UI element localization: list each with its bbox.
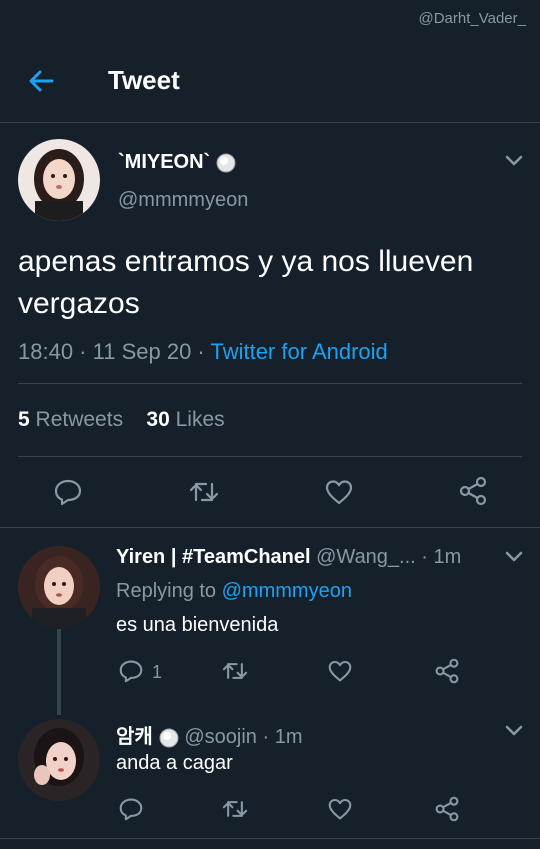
avatar[interactable] (18, 546, 100, 628)
reply-time: 1m (274, 726, 303, 748)
chevron-down-icon[interactable] (503, 723, 525, 739)
likes-count[interactable]: 30 (146, 408, 169, 431)
tweet-meta: 18:40 · 11 Sep 20 · Twitter for Android (18, 339, 388, 364)
watermark: @Darht_Vader_ (418, 10, 526, 27)
divider (0, 838, 540, 839)
retweet-icon[interactable] (187, 478, 221, 506)
share-icon[interactable] (434, 796, 460, 822)
page-title: Tweet (108, 65, 180, 95)
tweet-time: 18:40 (18, 339, 74, 364)
avatar[interactable] (18, 719, 100, 801)
reply-icon[interactable] (118, 797, 144, 821)
tweet-text: apenas entramos y ya nos llueven vergazo… (18, 245, 474, 320)
reply-header: Yiren | #TeamChanel @Wang_... · 1m (116, 546, 462, 568)
replying-to: Replying to @mmmmyeon (116, 580, 352, 603)
display-name[interactable]: Yiren | #TeamChanel (116, 546, 311, 568)
badge-icon (159, 728, 179, 748)
retweet-icon[interactable] (220, 659, 250, 683)
header: Tweet (0, 40, 540, 123)
likes-label[interactable]: Likes (176, 408, 225, 431)
reply-time: 1m (433, 546, 462, 568)
replying-prefix: Replying to (116, 580, 217, 602)
display-name-text: `MIYEON` (118, 151, 211, 173)
divider (0, 527, 540, 528)
replying-mention[interactable]: @mmmmyeon (222, 580, 352, 602)
avatar[interactable] (18, 139, 100, 221)
badge-icon (216, 153, 236, 173)
reply-text: anda a cagar (116, 752, 233, 774)
share-icon[interactable] (434, 658, 460, 684)
display-name[interactable]: 암캐 (116, 726, 153, 748)
retweets-label[interactable]: Retweets (36, 408, 124, 431)
reply-text: es una bienvenida (116, 614, 279, 636)
reply-count: 1 (152, 662, 163, 682)
display-name[interactable]: `MIYEON` (118, 151, 236, 174)
like-icon[interactable] (327, 797, 353, 821)
divider (18, 456, 522, 457)
reply-icon[interactable] (53, 478, 83, 506)
retweet-icon[interactable] (220, 797, 250, 821)
like-icon[interactable] (324, 478, 354, 506)
back-arrow-icon[interactable] (26, 66, 56, 96)
tweet-stats: 5 Retweets 30 Likes (18, 408, 225, 432)
share-icon[interactable] (458, 476, 488, 506)
reply-header: 암캐 @soojin · 1m (116, 726, 303, 748)
chevron-down-icon[interactable] (503, 549, 525, 565)
handle[interactable]: @soojin (184, 726, 257, 748)
handle[interactable]: @mmmmyeon (118, 189, 248, 212)
reply-icon[interactable] (118, 659, 144, 683)
divider (18, 383, 522, 384)
like-icon[interactable] (327, 659, 353, 683)
tweet-source[interactable]: Twitter for Android (210, 339, 387, 364)
thread-line (57, 629, 61, 715)
tweet-date: 11 Sep 20 (92, 339, 192, 364)
handle[interactable]: @Wang_... (316, 546, 416, 568)
chevron-down-icon[interactable] (503, 153, 525, 169)
retweets-count[interactable]: 5 (18, 408, 30, 431)
